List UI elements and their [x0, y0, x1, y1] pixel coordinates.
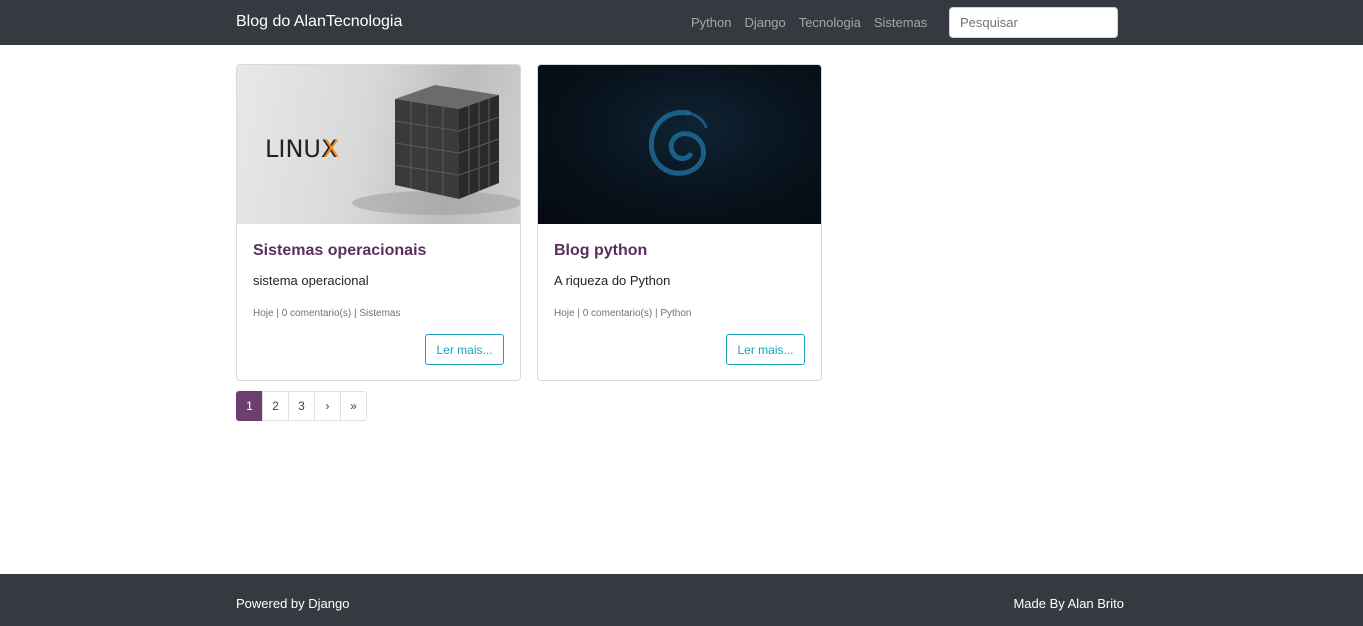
- post-card: Blog python A riqueza do Python Hoje | 0…: [537, 64, 822, 381]
- post-title[interactable]: Blog python: [554, 242, 647, 260]
- debian-swirl-image: [648, 110, 708, 176]
- nav-link-django[interactable]: Django: [744, 15, 785, 30]
- read-more-button[interactable]: Ler mais...: [726, 334, 805, 365]
- footer: Powered by Django Made By Alan Brito: [0, 574, 1363, 626]
- footer-credit: Made By Alan Brito: [1013, 596, 1124, 611]
- post-meta: Hoje | 0 comentario(s) | Python: [554, 308, 692, 319]
- post-image-debian[interactable]: [538, 65, 821, 224]
- pagination: 1 2 3 › »: [236, 391, 367, 421]
- post-meta: Hoje | 0 comentario(s) | Sistemas: [253, 308, 401, 319]
- svg-text:X: X: [323, 135, 339, 163]
- page-1[interactable]: 1: [236, 391, 263, 421]
- post-title[interactable]: Sistemas operacionais: [253, 242, 426, 260]
- post-image-linux[interactable]: LINUX X: [237, 65, 520, 224]
- page-2[interactable]: 2: [262, 391, 289, 421]
- brand-link[interactable]: Blog do AlanTecnologia: [236, 13, 402, 31]
- nav-links: Python Django Tecnologia Sistemas: [691, 15, 940, 30]
- last-page[interactable]: »: [340, 391, 367, 421]
- footer-powered-by: Powered by Django: [236, 596, 350, 611]
- nav-link-sistemas[interactable]: Sistemas: [874, 15, 927, 30]
- nav-link-python[interactable]: Python: [691, 15, 731, 30]
- linux-cube-image: LINUX X: [265, 85, 520, 215]
- post-card: LINUX X Sistemas operacionais sistema op…: [236, 64, 521, 381]
- page-3[interactable]: 3: [288, 391, 315, 421]
- post-excerpt: A riqueza do Python: [554, 273, 671, 288]
- navbar: Blog do AlanTecnologia Python Django Tec…: [0, 0, 1363, 45]
- nav-link-tecnologia[interactable]: Tecnologia: [799, 15, 861, 30]
- post-excerpt: sistema operacional: [253, 273, 369, 288]
- search-input[interactable]: [949, 7, 1118, 38]
- read-more-button[interactable]: Ler mais...: [425, 334, 504, 365]
- next-page[interactable]: ›: [314, 391, 341, 421]
